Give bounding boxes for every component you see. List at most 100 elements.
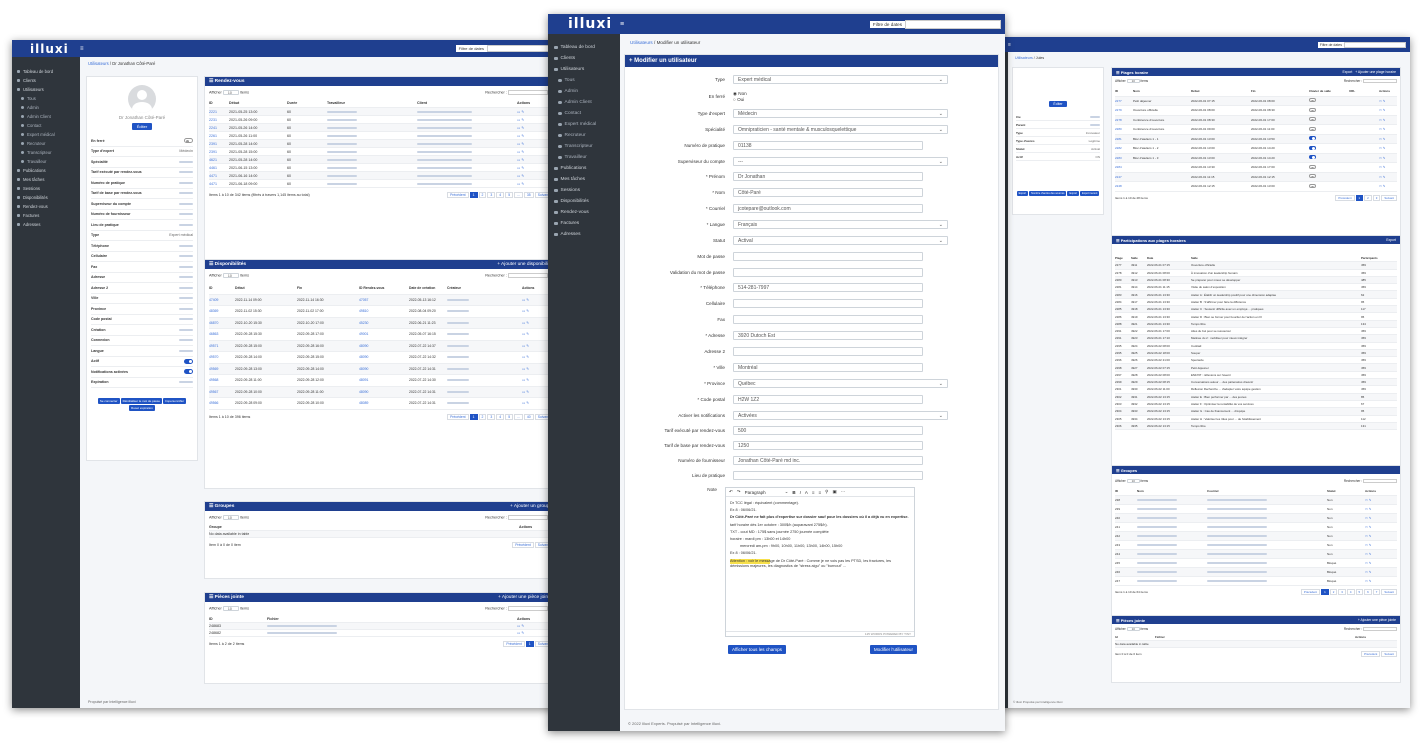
- toggle-switch[interactable]: [1309, 126, 1316, 131]
- entries-select[interactable]: 10: [222, 90, 239, 95]
- toggle-switch[interactable]: [1309, 164, 1316, 169]
- edit-icon[interactable]: ✎: [1369, 507, 1372, 511]
- edit-icon[interactable]: ✎: [1383, 108, 1386, 112]
- pager-button[interactable]: 5: [505, 192, 514, 198]
- edit-icon[interactable]: ✎: [521, 166, 524, 170]
- view-icon[interactable]: ▭: [1365, 552, 1368, 556]
- edit-icon[interactable]: ✎: [526, 332, 529, 336]
- sidebar-item[interactable]: Admin Client: [12, 112, 80, 121]
- pager-button[interactable]: 2: [1364, 194, 1372, 201]
- input-field[interactable]: [733, 347, 923, 356]
- dispo-search-input[interactable]: [508, 273, 548, 278]
- edit-icon[interactable]: ✎: [1383, 165, 1386, 169]
- toggle-switch[interactable]: [1309, 107, 1316, 112]
- pager-button[interactable]: ...: [514, 192, 523, 198]
- pager-button[interactable]: 3: [487, 413, 496, 420]
- sidebar-item[interactable]: Sessions: [12, 184, 80, 193]
- view-icon[interactable]: ▭: [522, 401, 525, 405]
- toggle-switch[interactable]: [184, 369, 193, 375]
- pager-button[interactable]: 40: [523, 413, 534, 420]
- image-icon[interactable]: ▣: [832, 489, 836, 495]
- edit-icon[interactable]: ✎: [521, 134, 524, 138]
- edit-icon[interactable]: ✎: [1369, 570, 1372, 574]
- edit-icon[interactable]: ✎: [526, 367, 529, 371]
- pager-button[interactable]: 5: [505, 413, 514, 420]
- sidebar-item[interactable]: Adresses: [12, 220, 80, 229]
- toggle-switch[interactable]: [1309, 136, 1316, 141]
- view-icon[interactable]: ▭: [1379, 165, 1382, 169]
- edit-icon[interactable]: ✎: [1369, 552, 1372, 556]
- add-groupe-button[interactable]: + Ajouter un groupe: [510, 504, 552, 509]
- edit-icon[interactable]: ✎: [521, 174, 524, 178]
- profile-action-button[interactable]: Réinitialiser le mot de passe: [120, 398, 163, 404]
- view-icon[interactable]: ▭: [517, 624, 520, 628]
- sidebar-item[interactable]: Tableau de bord: [548, 42, 620, 53]
- sidebar-item[interactable]: Admin: [12, 103, 80, 112]
- edit-icon[interactable]: ✎: [521, 150, 524, 154]
- pager-button[interactable]: 7: [1372, 589, 1381, 596]
- edit-icon[interactable]: ✎: [1369, 498, 1372, 502]
- edit-icon[interactable]: ✎: [521, 158, 524, 162]
- sidebar-item[interactable]: Recruteur: [548, 130, 620, 141]
- input-field[interactable]: 500: [733, 426, 923, 435]
- sidebar-item[interactable]: Admin Client: [548, 97, 620, 108]
- view-icon[interactable]: ▭: [522, 378, 525, 382]
- pager-button[interactable]: 4: [496, 413, 505, 420]
- view-icon[interactable]: ▭: [522, 332, 525, 336]
- sidebar-item[interactable]: Adresses: [548, 229, 620, 240]
- pager-button[interactable]: ...: [514, 413, 523, 420]
- menu-toggle-icon[interactable]: ≡: [1008, 42, 1011, 48]
- view-icon[interactable]: ▭: [1379, 137, 1382, 141]
- toggle-switch[interactable]: [184, 138, 193, 144]
- breadcrumb-link[interactable]: Utilisateurs: [1015, 56, 1033, 60]
- edit-icon[interactable]: ✎: [1383, 99, 1386, 103]
- view-icon[interactable]: ▭: [1379, 127, 1382, 131]
- edit-icon[interactable]: ✎: [526, 298, 529, 302]
- sidebar-item[interactable]: Publications: [12, 166, 80, 175]
- input-field[interactable]: 01138: [733, 141, 923, 150]
- input-field[interactable]: Côté-Paré: [733, 188, 923, 197]
- add-pj-button[interactable]: + Ajouter une pièce jointe: [1358, 618, 1396, 622]
- editor-body[interactable]: Dr TCC légal : équivalent (commentage). E…: [726, 497, 914, 575]
- edit-icon[interactable]: ✎: [1383, 118, 1386, 122]
- view-icon[interactable]: ▭: [1365, 516, 1368, 520]
- input-field[interactable]: [733, 315, 923, 324]
- edit-icon[interactable]: ✎: [1383, 127, 1386, 131]
- select-field[interactable]: Activées ⌄: [733, 411, 948, 420]
- sidebar-item[interactable]: Factures: [548, 218, 620, 229]
- bold-icon[interactable]: B: [792, 490, 795, 495]
- sidebar-item[interactable]: Clients: [548, 53, 620, 64]
- rdv-search-input[interactable]: [508, 90, 548, 95]
- view-icon[interactable]: ▭: [1365, 534, 1368, 538]
- profile-action-button[interactable]: Nombre d'accès des sources: [1029, 191, 1067, 196]
- pager-button[interactable]: 2: [1329, 589, 1338, 596]
- view-icon[interactable]: ▭: [517, 142, 520, 146]
- sidebar-item[interactable]: Mes tâches: [12, 175, 80, 184]
- view-icon[interactable]: ▭: [1365, 570, 1368, 574]
- select-field[interactable]: Actival ⌄: [733, 236, 948, 245]
- input-field[interactable]: H2W 1Z2: [733, 395, 923, 404]
- pager-button[interactable]: Précédent: [447, 413, 469, 420]
- view-icon[interactable]: ▭: [517, 118, 520, 122]
- pager-button[interactable]: 4: [1346, 589, 1355, 596]
- edit-icon[interactable]: ✎: [526, 378, 529, 382]
- view-icon[interactable]: ▭: [517, 166, 520, 170]
- toggle-switch[interactable]: [1309, 183, 1316, 188]
- view-icon[interactable]: ▭: [1365, 579, 1368, 583]
- select-field[interactable]: --- ⌄: [733, 157, 948, 166]
- edit-icon[interactable]: ✎: [1383, 184, 1386, 188]
- breadcrumb-link[interactable]: Utilisateurs: [88, 61, 109, 66]
- view-icon[interactable]: ▭: [1365, 498, 1368, 502]
- view-icon[interactable]: ▭: [1379, 146, 1382, 150]
- sidebar-item[interactable]: Expert médical: [548, 119, 620, 130]
- edit-icon[interactable]: ✎: [521, 110, 524, 114]
- edit-icon[interactable]: ✎: [1369, 534, 1372, 538]
- toggle-switch[interactable]: [1309, 98, 1316, 103]
- pager-button[interactable]: 1: [1321, 589, 1329, 596]
- groupes-search-input[interactable]: [508, 515, 548, 520]
- add-pj-button[interactable]: + Ajouter une pièce jointe: [498, 595, 552, 600]
- entries-select[interactable]: 10: [222, 273, 239, 278]
- pager-button[interactable]: Précédent: [503, 641, 525, 647]
- undo-icon[interactable]: ↶: [729, 489, 733, 495]
- entries-select[interactable]: 10: [1126, 479, 1140, 483]
